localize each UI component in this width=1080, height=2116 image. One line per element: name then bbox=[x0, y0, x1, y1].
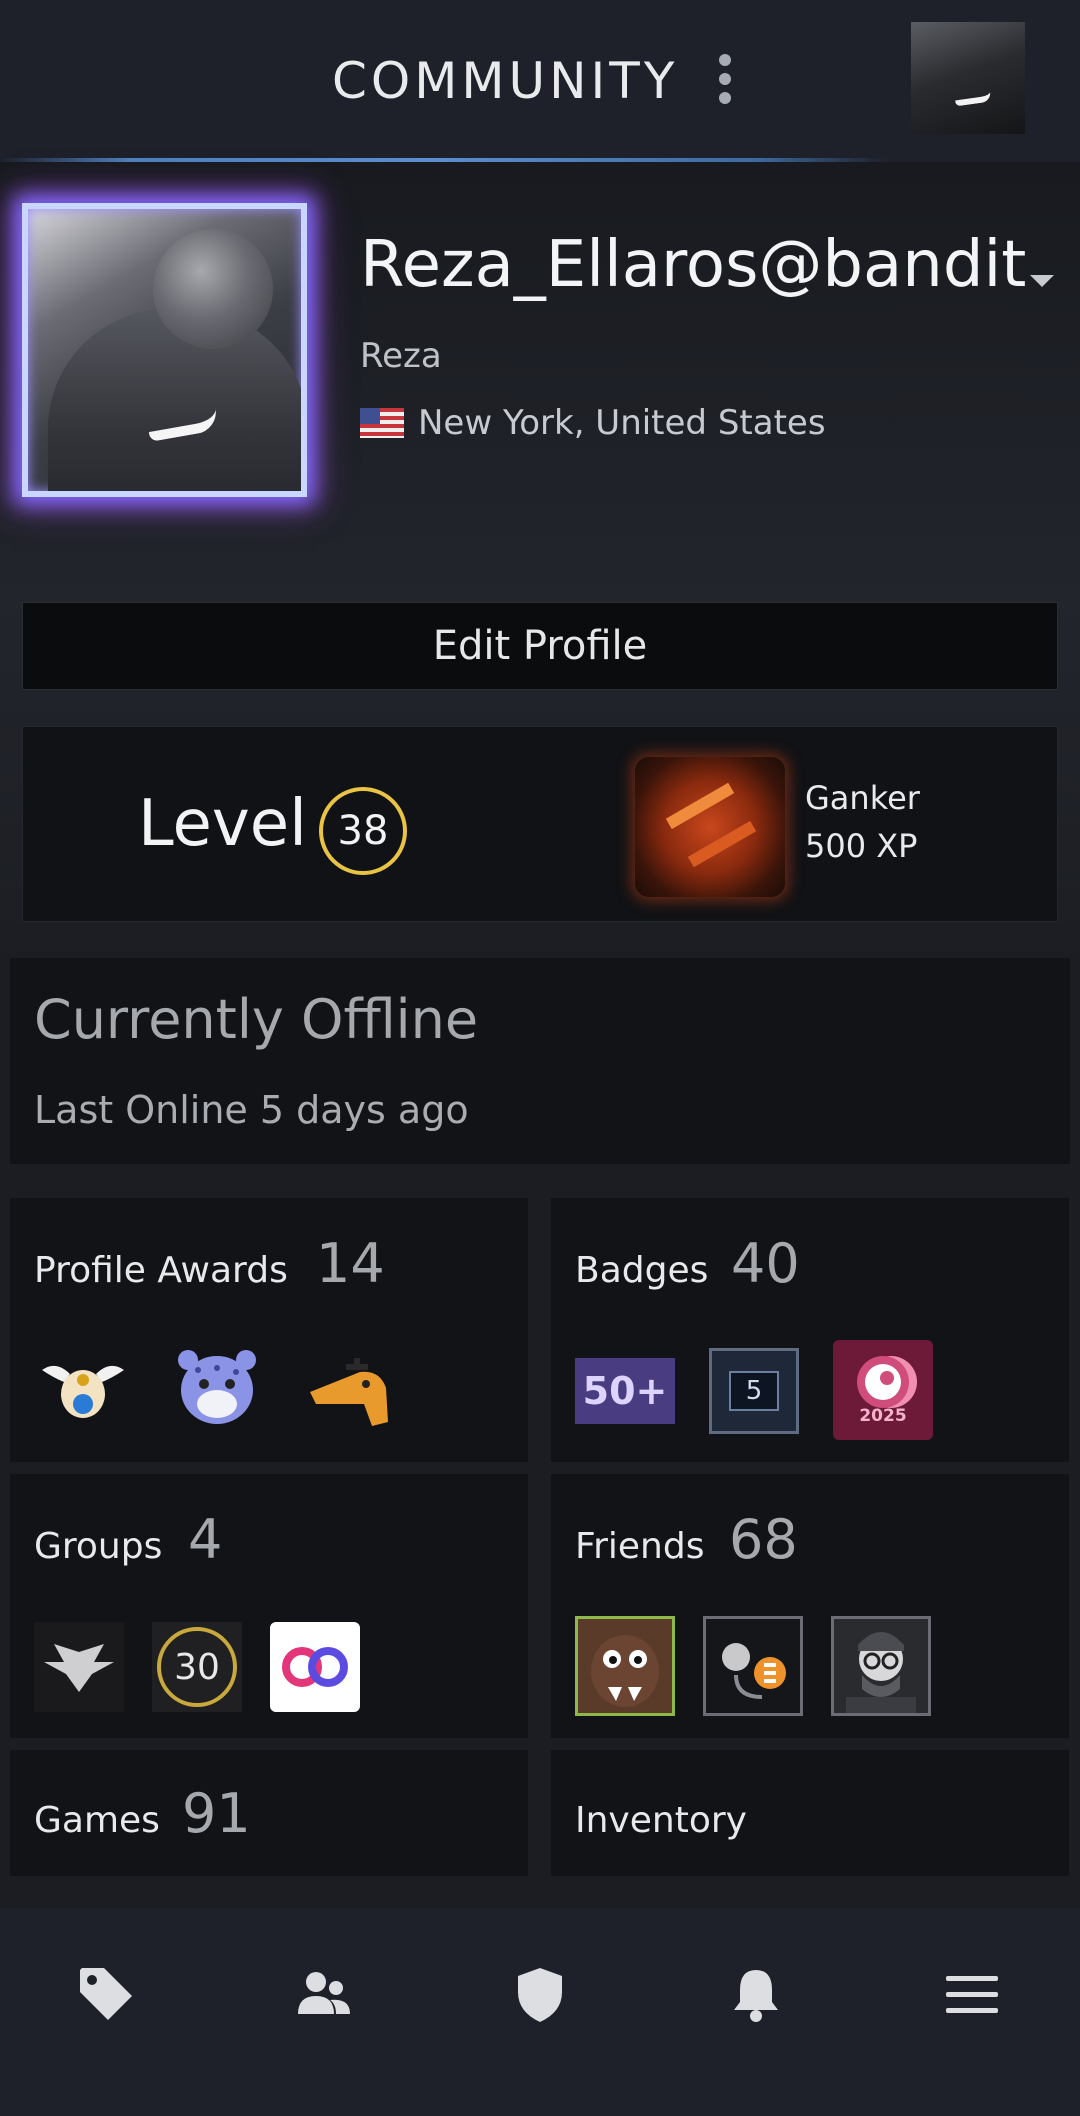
friends-card[interactable]: Friends 68 bbox=[551, 1474, 1069, 1738]
dota-badge-icon[interactable] bbox=[635, 757, 785, 897]
top-bar: COMMUNITY bbox=[0, 0, 1080, 158]
group-wings-icon[interactable] bbox=[34, 1622, 124, 1712]
badges-card[interactable]: Badges 40 50+ 5 2025 bbox=[551, 1198, 1069, 1462]
level-label: Level bbox=[138, 787, 307, 861]
chevron-down-icon[interactable] bbox=[1030, 275, 1054, 287]
featured-badge-name: Ganker bbox=[805, 779, 920, 817]
card-label: Inventory bbox=[575, 1800, 747, 1841]
us-flag-icon bbox=[360, 408, 404, 438]
card-count: 40 bbox=[731, 1232, 800, 1295]
bottom-navigation bbox=[0, 1908, 1080, 2116]
leopard-award-icon bbox=[168, 1346, 266, 1426]
profile-username: Reza_Ellaros@bandit bbox=[360, 228, 1027, 302]
friends-icon[interactable] bbox=[284, 1954, 364, 2034]
reindeer-award-icon bbox=[34, 1352, 132, 1432]
location-text: New York, United States bbox=[418, 403, 826, 443]
profile-location: New York, United States bbox=[360, 403, 826, 443]
level-badge[interactable]: 38 bbox=[319, 787, 407, 875]
level-panel: Level 38 Ganker 500 XP bbox=[22, 726, 1058, 922]
badge-year-label: 2025 bbox=[859, 1406, 907, 1426]
card-count: 4 bbox=[188, 1508, 223, 1571]
profile-awards-card[interactable]: Profile Awards 14 bbox=[10, 1198, 528, 1462]
status-title: Currently Offline bbox=[34, 988, 479, 1051]
kebab-menu-icon[interactable] bbox=[712, 54, 738, 104]
card-count: 91 bbox=[182, 1782, 251, 1845]
profile-avatar bbox=[22, 203, 307, 497]
card-count: 14 bbox=[316, 1232, 385, 1295]
page-title: COMMUNITY bbox=[332, 52, 679, 110]
inventory-card[interactable]: Inventory bbox=[551, 1750, 1069, 1876]
badge-years-of-service[interactable]: 5 bbox=[709, 1348, 799, 1434]
card-label: Badges bbox=[575, 1250, 709, 1291]
badge-steam-2025[interactable]: 2025 bbox=[833, 1340, 933, 1440]
last-online: Last Online 5 days ago bbox=[34, 1088, 469, 1132]
card-label: Groups bbox=[34, 1526, 163, 1567]
friend-avatar[interactable] bbox=[831, 1616, 931, 1716]
card-count: 68 bbox=[729, 1508, 798, 1571]
card-label: Friends bbox=[575, 1526, 705, 1567]
bell-icon[interactable] bbox=[716, 1954, 796, 2034]
user-avatar[interactable] bbox=[911, 22, 1025, 134]
status-panel: Currently Offline Last Online 5 days ago bbox=[10, 958, 1070, 1164]
shield-icon[interactable] bbox=[500, 1954, 580, 2034]
friend-avatar[interactable] bbox=[575, 1616, 675, 1716]
badge-50-plus[interactable]: 50+ bbox=[575, 1358, 675, 1424]
profile-real-name: Reza bbox=[360, 336, 442, 376]
edit-profile-button[interactable]: Edit Profile bbox=[22, 602, 1058, 690]
card-label: Games bbox=[34, 1800, 160, 1841]
group-infinity-icon[interactable] bbox=[270, 1622, 360, 1712]
featured-badge-xp: 500 XP bbox=[805, 827, 918, 865]
games-card[interactable]: Games 91 bbox=[10, 1750, 528, 1876]
friend-avatar[interactable] bbox=[703, 1616, 803, 1716]
group-30-icon[interactable]: 30 bbox=[152, 1622, 242, 1712]
card-label: Profile Awards bbox=[34, 1250, 288, 1291]
groups-card[interactable]: Groups 4 30 bbox=[10, 1474, 528, 1738]
dino-award-icon bbox=[302, 1352, 400, 1432]
hamburger-menu-icon[interactable] bbox=[932, 1954, 1012, 2034]
tag-icon[interactable] bbox=[66, 1954, 146, 2034]
